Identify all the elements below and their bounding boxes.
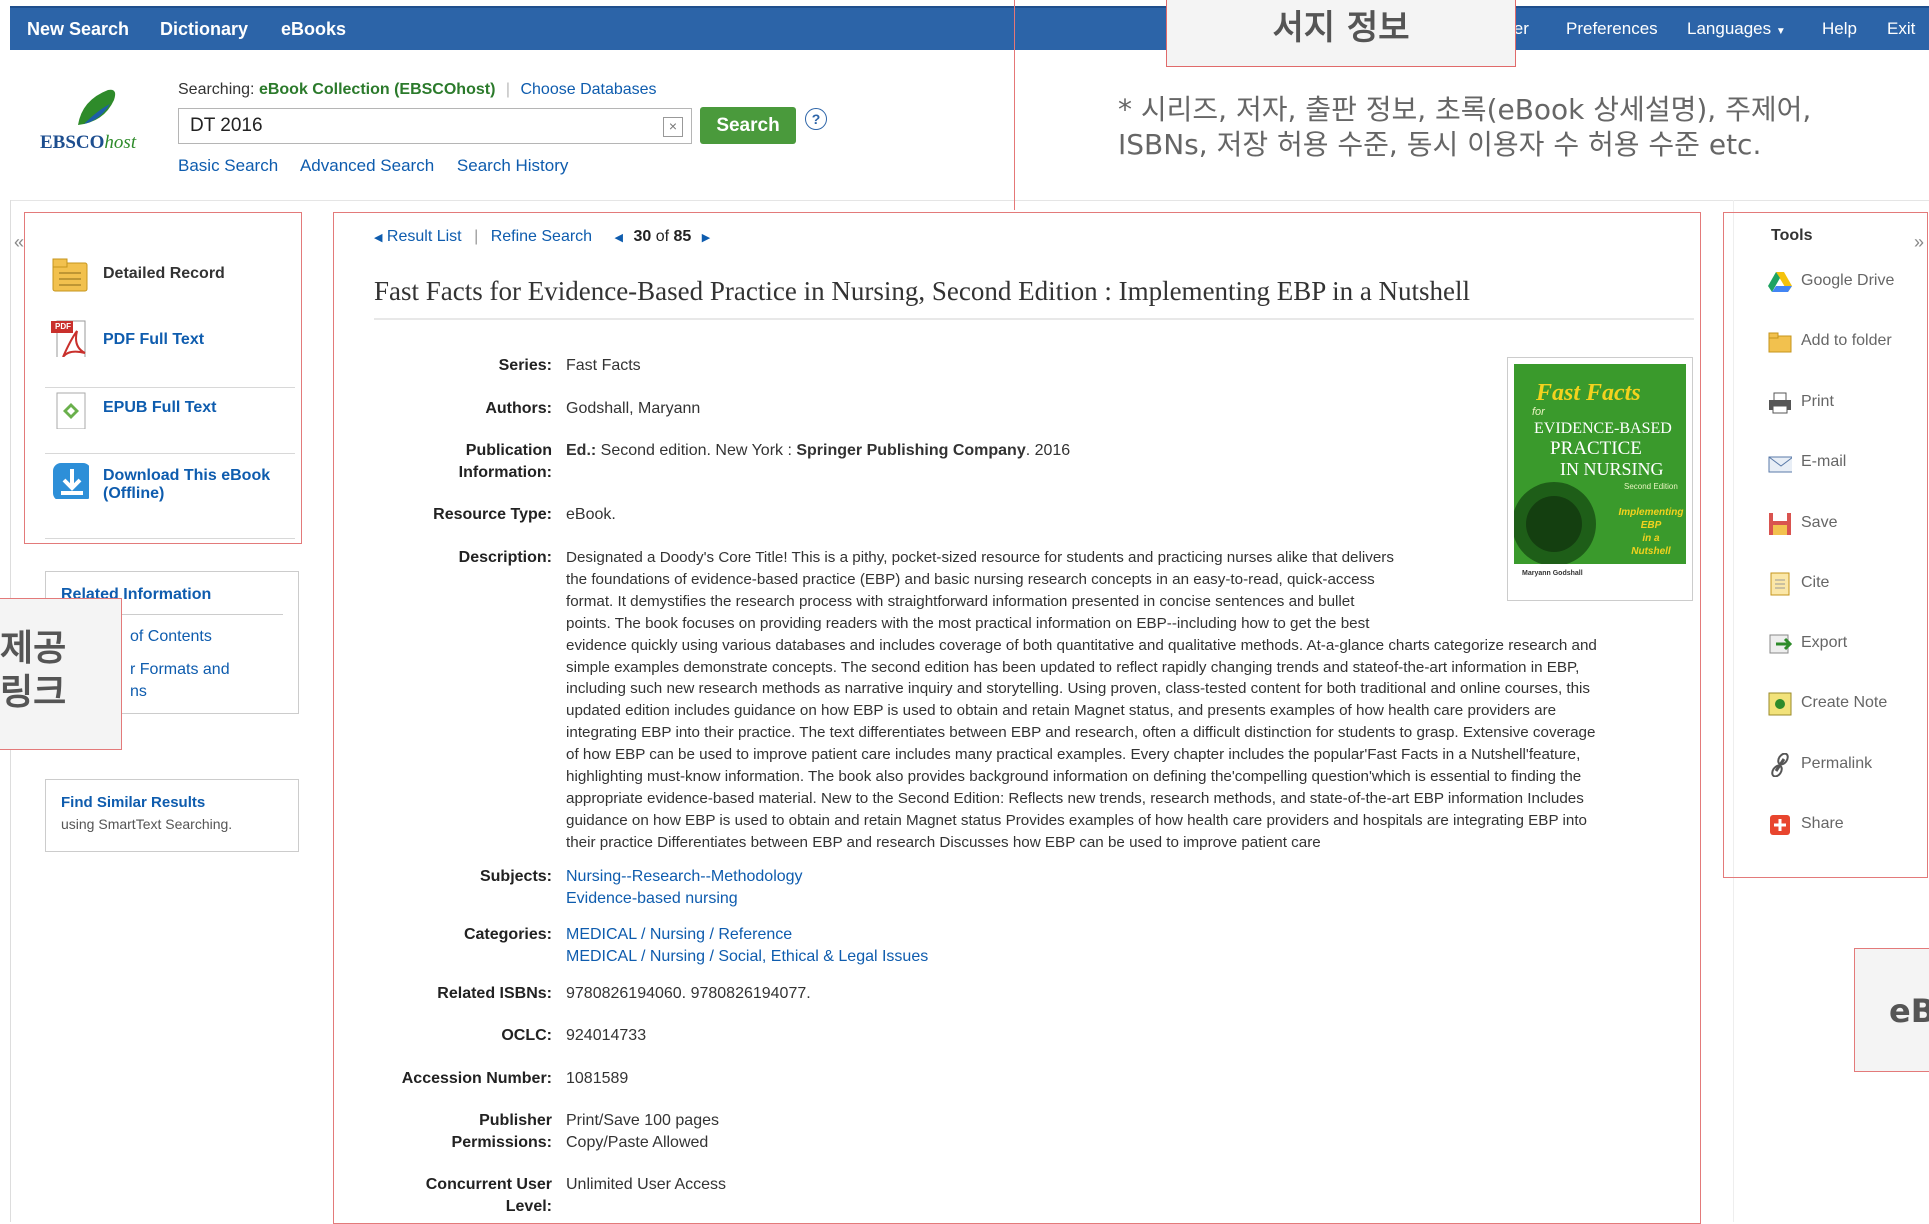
- help-icon[interactable]: ?: [805, 108, 827, 130]
- google-drive-icon: [1768, 272, 1792, 292]
- search-input[interactable]: [188, 114, 632, 138]
- previous-record-icon[interactable]: ◀: [615, 232, 623, 244]
- nav-new-search[interactable]: New Search: [27, 19, 129, 40]
- export-icon: [1769, 634, 1792, 654]
- collapse-right-icon[interactable]: »: [1914, 232, 1924, 253]
- download-icon: [53, 463, 89, 499]
- next-record-icon[interactable]: ▶: [702, 232, 710, 244]
- divider: [374, 318, 1694, 320]
- nav-languages[interactable]: Languages ▼: [1687, 19, 1786, 39]
- category-link[interactable]: MEDICAL / Nursing / Reference: [566, 924, 928, 946]
- find-similar-panel: Find Similar Results using SmartText Sea…: [45, 779, 299, 852]
- annotation-title-box: 서지 정보: [1166, 0, 1516, 67]
- ebsco-logo[interactable]: EBSCOhost: [38, 80, 158, 160]
- other-formats-link[interactable]: r Formats and ns: [130, 659, 230, 703]
- subject-link[interactable]: Nursing--Research--Methodology: [566, 866, 803, 888]
- epub-icon: [56, 392, 86, 429]
- back-caret-icon: ◀: [374, 232, 383, 244]
- share-icon: [1770, 815, 1790, 835]
- search-mode-links: Basic Search Advanced Search Search Hist…: [178, 156, 586, 176]
- search-button[interactable]: Search: [700, 107, 796, 144]
- search-box: ×: [178, 108, 692, 144]
- pdf-badge: PDF: [55, 322, 71, 331]
- nav-preferences[interactable]: Preferences: [1566, 19, 1658, 39]
- left-links-panel: Detailed Record PDF PDF Full Text EPUB F…: [24, 212, 302, 544]
- refine-search-link[interactable]: Refine Search: [491, 228, 592, 245]
- nav-dictionary[interactable]: Dictionary: [160, 19, 248, 40]
- field-publication: Publication Information: Ed.: Second edit…: [458, 442, 1071, 481]
- find-similar-link[interactable]: Find Similar Results: [61, 794, 205, 811]
- record-position: 30 of 85: [633, 228, 692, 245]
- searching-line: Searching: eBook Collection (EBSCOhost) …: [178, 81, 657, 98]
- author-link[interactable]: Godshall, Maryann: [566, 398, 700, 420]
- nav-help[interactable]: Help: [1822, 19, 1857, 39]
- choose-databases-link[interactable]: Choose Databases: [520, 81, 656, 98]
- cite-icon: [1770, 572, 1790, 596]
- annotation-description: * 시리즈, 저자, 출판 정보, 초록(eBook 상세설명), 주제어, I…: [1118, 93, 1812, 161]
- subject-link[interactable]: Evidence-based nursing: [566, 888, 803, 910]
- result-navigation: ◀ Result List | Refine Search ◀ 30 of 85…: [374, 228, 711, 245]
- find-similar-subtext: using SmartText Searching.: [61, 816, 233, 832]
- note-icon: [1768, 692, 1792, 716]
- divider: [45, 538, 295, 539]
- save-icon: [1769, 513, 1791, 535]
- collapse-left-icon[interactable]: «: [14, 232, 24, 253]
- annotation-divider: [1014, 0, 1015, 210]
- divider: [45, 387, 295, 388]
- logo-text: EBSCOhost: [40, 132, 137, 153]
- divider: [45, 453, 295, 454]
- searching-database: eBook Collection (EBSCOhost): [258, 81, 496, 98]
- annotation-left-box: 제공 링크: [0, 598, 122, 750]
- tools-panel: [1723, 212, 1928, 878]
- folder-icon: [52, 258, 88, 292]
- result-list-link[interactable]: Result List: [387, 228, 462, 245]
- book-cover-image: Fast Facts for EVIDENCE-BASED PRACTICE I…: [1514, 364, 1686, 592]
- search-history-link[interactable]: Search History: [457, 156, 568, 175]
- caret-down-icon: ▼: [1775, 26, 1786, 37]
- basic-search-link[interactable]: Basic Search: [178, 156, 278, 175]
- nav-exit[interactable]: Exit: [1887, 19, 1915, 39]
- advanced-search-link[interactable]: Advanced Search: [300, 156, 434, 175]
- nav-ebooks[interactable]: eBooks: [281, 19, 346, 40]
- tools-heading: Tools: [1771, 227, 1813, 244]
- annotation-right-box: eB: [1854, 948, 1929, 1072]
- folder-icon: [1768, 332, 1792, 353]
- series-link[interactable]: Fast Facts: [566, 355, 641, 377]
- link-icon: [1771, 753, 1789, 777]
- table-of-contents-link[interactable]: of Contents: [130, 628, 212, 646]
- print-icon: [1769, 392, 1791, 414]
- category-link[interactable]: MEDICAL / Nursing / Social, Ethical & Le…: [566, 946, 928, 968]
- top-navigation-bar: New Search Dictionary eBooks ler Prefere…: [10, 6, 1929, 52]
- book-cover[interactable]: Fast Facts for EVIDENCE-BASED PRACTICE I…: [1507, 357, 1693, 601]
- record-title: Fast Facts for Evidence-Based Practice i…: [374, 276, 1471, 306]
- clear-search-icon[interactable]: ×: [663, 117, 683, 137]
- email-icon: [1768, 456, 1792, 473]
